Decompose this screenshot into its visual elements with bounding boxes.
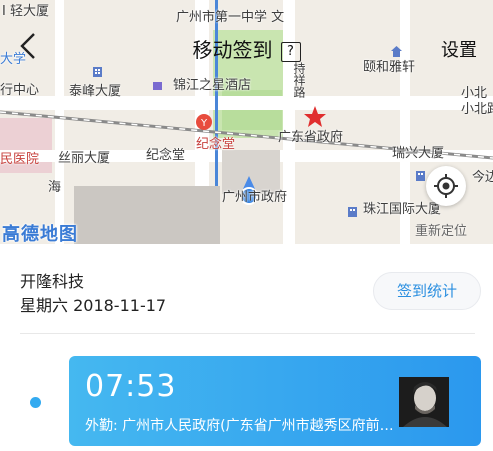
company-name: 开隆科技 (20, 272, 85, 291)
map-label: 行中心 (0, 83, 40, 98)
map-label: 广州市第一中学 文 (176, 10, 285, 25)
crosshair-icon (434, 174, 458, 198)
date-text: 星期六 2018-11-17 (20, 296, 167, 315)
timeline-dot (30, 397, 41, 408)
person-photo-icon (399, 377, 449, 427)
checkin-address: 外勤: 广州市人民政府(广东省广州市越秀区府前路1号) (85, 418, 398, 434)
map-label: 今边 (472, 170, 493, 185)
map-label: 海 (48, 180, 62, 195)
help-icon[interactable]: ? (280, 42, 301, 62)
page-title-text: 移动签到 (192, 38, 273, 62)
map-label: 瑞兴大厦 (392, 146, 445, 161)
hotel-icon (152, 76, 163, 90)
map-label: 纪念堂 (196, 137, 236, 152)
checkin-time: 07:53 (85, 369, 177, 404)
map-overlay-block (74, 186, 220, 244)
building-icon (415, 166, 426, 181)
map-label: 广东省政府 (278, 130, 344, 145)
map-label: 小北路 (461, 102, 493, 117)
map-label: 广州市政府 (222, 190, 288, 205)
checkin-record-card[interactable]: 07:53 外勤: 广州市人民政府(广东省广州市越秀区府前路1号) (69, 356, 481, 446)
top-bar: 移动签到? 设置 (0, 26, 493, 70)
checkin-stats-button[interactable]: 签到统计 (373, 272, 481, 310)
locate-button[interactable] (426, 166, 466, 206)
avatar[interactable] (399, 377, 449, 427)
map-label: 锦江之星酒店 (173, 78, 252, 93)
map-label: 民医院 (0, 152, 40, 167)
map-label: 丝丽大厦 (58, 151, 111, 166)
map-label: 纪念堂 (146, 148, 186, 163)
relocate-button[interactable]: 重新定位 (415, 220, 467, 239)
info-panel: 开隆科技 星期六 2018-11-17 签到统计 (0, 244, 493, 334)
divider (20, 333, 475, 334)
page-title: 移动签到? (0, 34, 493, 63)
settings-button[interactable]: 设置 (441, 36, 477, 62)
map-logo: 高德地图 (2, 224, 78, 244)
building-icon (347, 202, 358, 217)
map-label: Ⅰ 轻大厦 (2, 4, 49, 19)
map-label: 泰峰大厦 (69, 84, 122, 99)
svg-text:Y: Y (200, 118, 208, 129)
